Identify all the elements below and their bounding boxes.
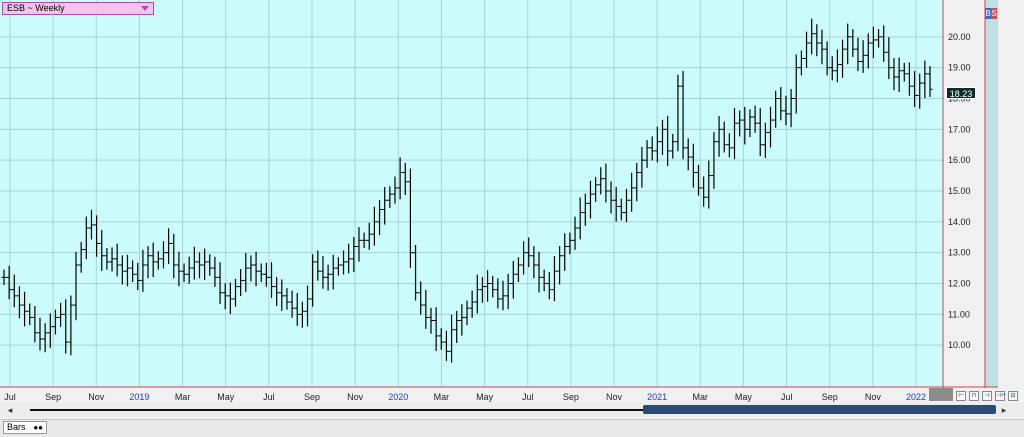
y-tick-label: 20.00: [948, 32, 971, 42]
sell-indicator[interactable]: S: [991, 8, 997, 19]
bars-tab-label: Bars: [7, 422, 26, 432]
x-tick-label: Mar: [693, 392, 709, 402]
x-tick-label: Nov: [88, 392, 105, 402]
x-tick-label: Jul: [781, 392, 793, 402]
x-tick-label: Mar: [434, 392, 450, 402]
bs-badge[interactable]: B S: [985, 8, 997, 19]
x-tick-label: Nov: [865, 392, 882, 402]
tool-button-2[interactable]: ⊓: [969, 391, 979, 401]
tool-button-3[interactable]: ⊣: [982, 391, 992, 401]
y-axis: 10.00 11.00 12.00 13.00 14.00 15.00 16.00 17.00…: [948, 32, 971, 350]
axis-corner-block: [929, 388, 953, 401]
price-chart[interactable]: 10.00 11.00 12.00 13.00 14.00 15.00 16.00 17.00…: [0, 0, 1024, 436]
symbol-label: ESB ~ Weekly: [7, 3, 65, 13]
symbol-selector[interactable]: ESB ~ Weekly: [2, 2, 154, 15]
tool-button-5[interactable]: ⊟: [1008, 391, 1018, 401]
scroll-right-arrow-icon[interactable]: ▸: [998, 404, 1010, 416]
x-tick-label: Mar: [175, 392, 191, 402]
y-tick-label: 16.00: [948, 155, 971, 165]
dropdown-arrow-icon[interactable]: [141, 6, 149, 11]
scroll-thumb[interactable]: [643, 405, 996, 414]
x-tick-label: Jul: [4, 392, 16, 402]
y-tick-label: 10.00: [948, 340, 971, 350]
x-tick-label: May: [735, 392, 753, 402]
y-tick-label: 15.00: [948, 186, 971, 196]
x-tick-label: May: [217, 392, 235, 402]
x-tick-label: Nov: [347, 392, 364, 402]
y-tick-label: 14.00: [948, 217, 971, 227]
x-tick-label: Sep: [563, 392, 579, 402]
tool-button-1[interactable]: ⊢: [956, 391, 966, 401]
binoculars-icon: ●●: [33, 423, 43, 432]
x-tick-label: Sep: [822, 392, 838, 402]
y-tick-label: 13.00: [948, 248, 971, 258]
bars-tab[interactable]: Bars ●●: [3, 421, 47, 434]
x-axis: Jul Sep Nov 2019 Mar May Jul Sep Nov 2020 Mar May Ju…: [4, 392, 926, 402]
x-tick-label: 2021: [647, 392, 667, 402]
x-tick-label: Jul: [263, 392, 275, 402]
y-tick-label: 19.00: [948, 63, 971, 73]
x-tick-label: 2020: [388, 392, 408, 402]
right-strip: [985, 0, 998, 387]
x-tick-label: Nov: [606, 392, 623, 402]
bottom-tab-bar: [0, 419, 1024, 437]
x-tick-label: 2019: [129, 392, 149, 402]
x-tick-label: 2022: [906, 392, 926, 402]
x-tick-label: Sep: [304, 392, 320, 402]
y-tick-label: 12.00: [948, 279, 971, 289]
x-tick-label: Jul: [522, 392, 534, 402]
x-tick-label: Sep: [45, 392, 61, 402]
y-tick-label: 17.00: [948, 124, 971, 134]
last-price-tag: 18.23: [946, 87, 976, 99]
y-tick-label: 11.00: [948, 309, 970, 319]
x-tick-label: May: [476, 392, 494, 402]
scroll-left-arrow-icon[interactable]: ◂: [4, 404, 16, 416]
tool-button-4[interactable]: ⊣⊢: [995, 391, 1006, 401]
